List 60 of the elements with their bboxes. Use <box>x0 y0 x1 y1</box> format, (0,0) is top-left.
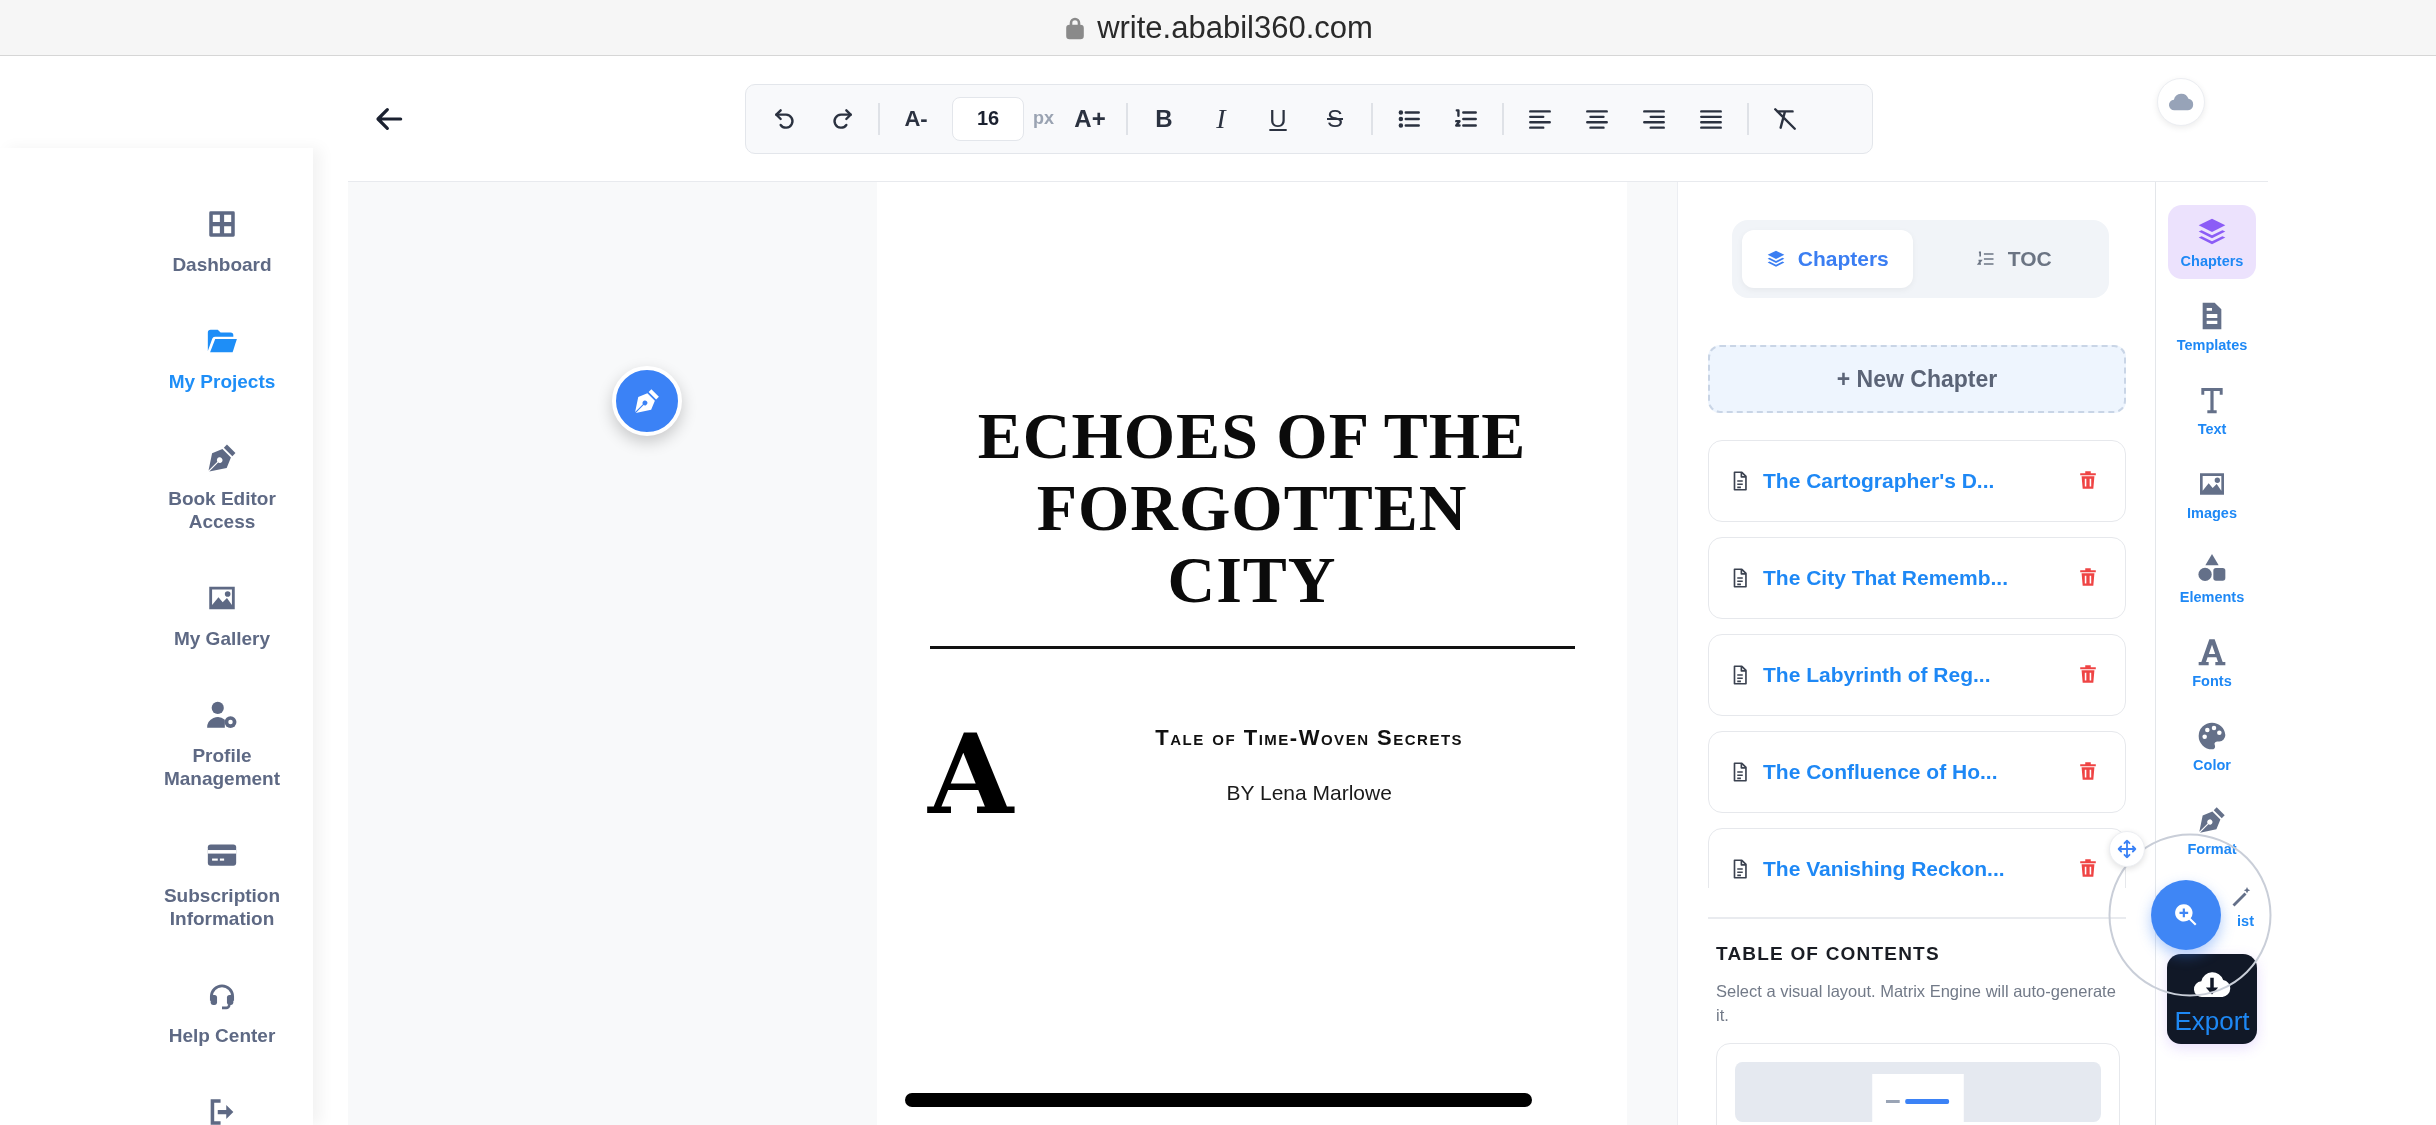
trash-icon <box>2077 565 2099 588</box>
layers-icon <box>1765 249 1786 269</box>
chapter-title: The Confluence of Ho... <box>1763 760 1999 784</box>
trash-icon <box>2077 662 2099 685</box>
clear-icon <box>1772 105 1798 132</box>
chapter-title: The Labyrinth of Reg... <box>1763 663 1992 687</box>
chapter-card[interactable]: The Labyrinth of Reg... <box>1708 634 2126 716</box>
rail-item[interactable]: Images <box>2168 457 2256 531</box>
chapter-card[interactable]: The Confluence of Ho... <box>1708 731 2126 813</box>
sidebar-item[interactable]: My Gallery <box>131 557 313 674</box>
font-size-field[interactable]: 16 <box>952 96 1024 141</box>
cloud-button[interactable] <box>2157 78 2205 126</box>
underline-button[interactable]: U <box>1257 97 1299 140</box>
export-button[interactable]: Export <box>2167 954 2257 1044</box>
italic-button[interactable]: I <box>1200 97 1242 140</box>
rail-item[interactable]: Fonts <box>2168 625 2256 699</box>
sidebar-item[interactable]: Dashboard <box>131 183 313 300</box>
rail-item[interactable]: Elements <box>2168 541 2256 615</box>
chapter-title: The Vanishing Reckon... <box>1763 857 2006 881</box>
strike-button[interactable]: S <box>1314 97 1356 140</box>
new-chapter-button[interactable]: + New Chapter <box>1708 345 2126 413</box>
chapter-title: The Cartographer's D... <box>1763 469 1996 493</box>
chapter-card[interactable]: The Vanishing Reckon... <box>1708 828 2126 888</box>
zoom-in-icon <box>2173 902 2199 928</box>
rail-item[interactable]: ist <box>2230 885 2254 929</box>
decrease-button[interactable]: A- <box>895 97 937 140</box>
pen-icon <box>632 386 662 416</box>
rail-item[interactable]: Color <box>2168 709 2256 783</box>
sidebar-item[interactable]: Subscription Information <box>131 814 313 954</box>
bold-button[interactable]: B <box>1143 97 1185 140</box>
chapter-card[interactable]: The Cartographer's D... <box>1708 440 2126 522</box>
panel-tab[interactable]: Chapters <box>1742 230 1913 288</box>
trash-icon <box>2077 856 2099 879</box>
move-handle[interactable] <box>2109 831 2145 867</box>
drop-cap: A <box>928 715 1014 835</box>
unit-label: px <box>1033 108 1054 129</box>
book-title: ECHOES OF THE FORGOTTEN CITY <box>976 400 1528 616</box>
rail-item[interactable]: Text <box>2168 373 2256 447</box>
trash-icon <box>2077 468 2099 491</box>
sidebar-item[interactable]: Help Center <box>131 954 313 1071</box>
browser-address-bar[interactable]: write.ababil360.com <box>0 0 2436 56</box>
chapter-card[interactable]: The City That Rememb... <box>1708 537 2126 619</box>
zoom-button[interactable] <box>2151 880 2221 950</box>
sidebar-item[interactable]: My Projects <box>131 300 313 417</box>
book-subtitle: Tale of Time-Woven Secrets <box>1155 725 1464 751</box>
sidebar-item[interactable]: Book Editor Access <box>131 417 313 557</box>
section-heading: TABLE OF CONTENTS <box>1716 943 1941 965</box>
chapter-title: The City That Rememb... <box>1763 566 2010 590</box>
panel-tab[interactable]: TOC <box>1928 230 2099 288</box>
rail-item[interactable]: Templates <box>2168 289 2256 363</box>
move-icon <box>2117 839 2137 859</box>
url-text: write.ababil360.com <box>1097 9 1373 46</box>
section-description: Select a visual layout. Matrix Engine will auto-generate it. <box>1716 981 2117 1026</box>
pen-button[interactable] <box>612 366 682 436</box>
sidebar-item[interactable]: Profile Management <box>131 674 313 814</box>
trash-icon <box>2077 759 2099 782</box>
increase-button[interactable]: A+ <box>1069 97 1111 140</box>
rail-item[interactable]: Format <box>2168 793 2256 867</box>
rail-item[interactable]: Chapters <box>2168 205 2256 279</box>
author-byline: BY Lena Marlowe <box>1226 781 1392 805</box>
